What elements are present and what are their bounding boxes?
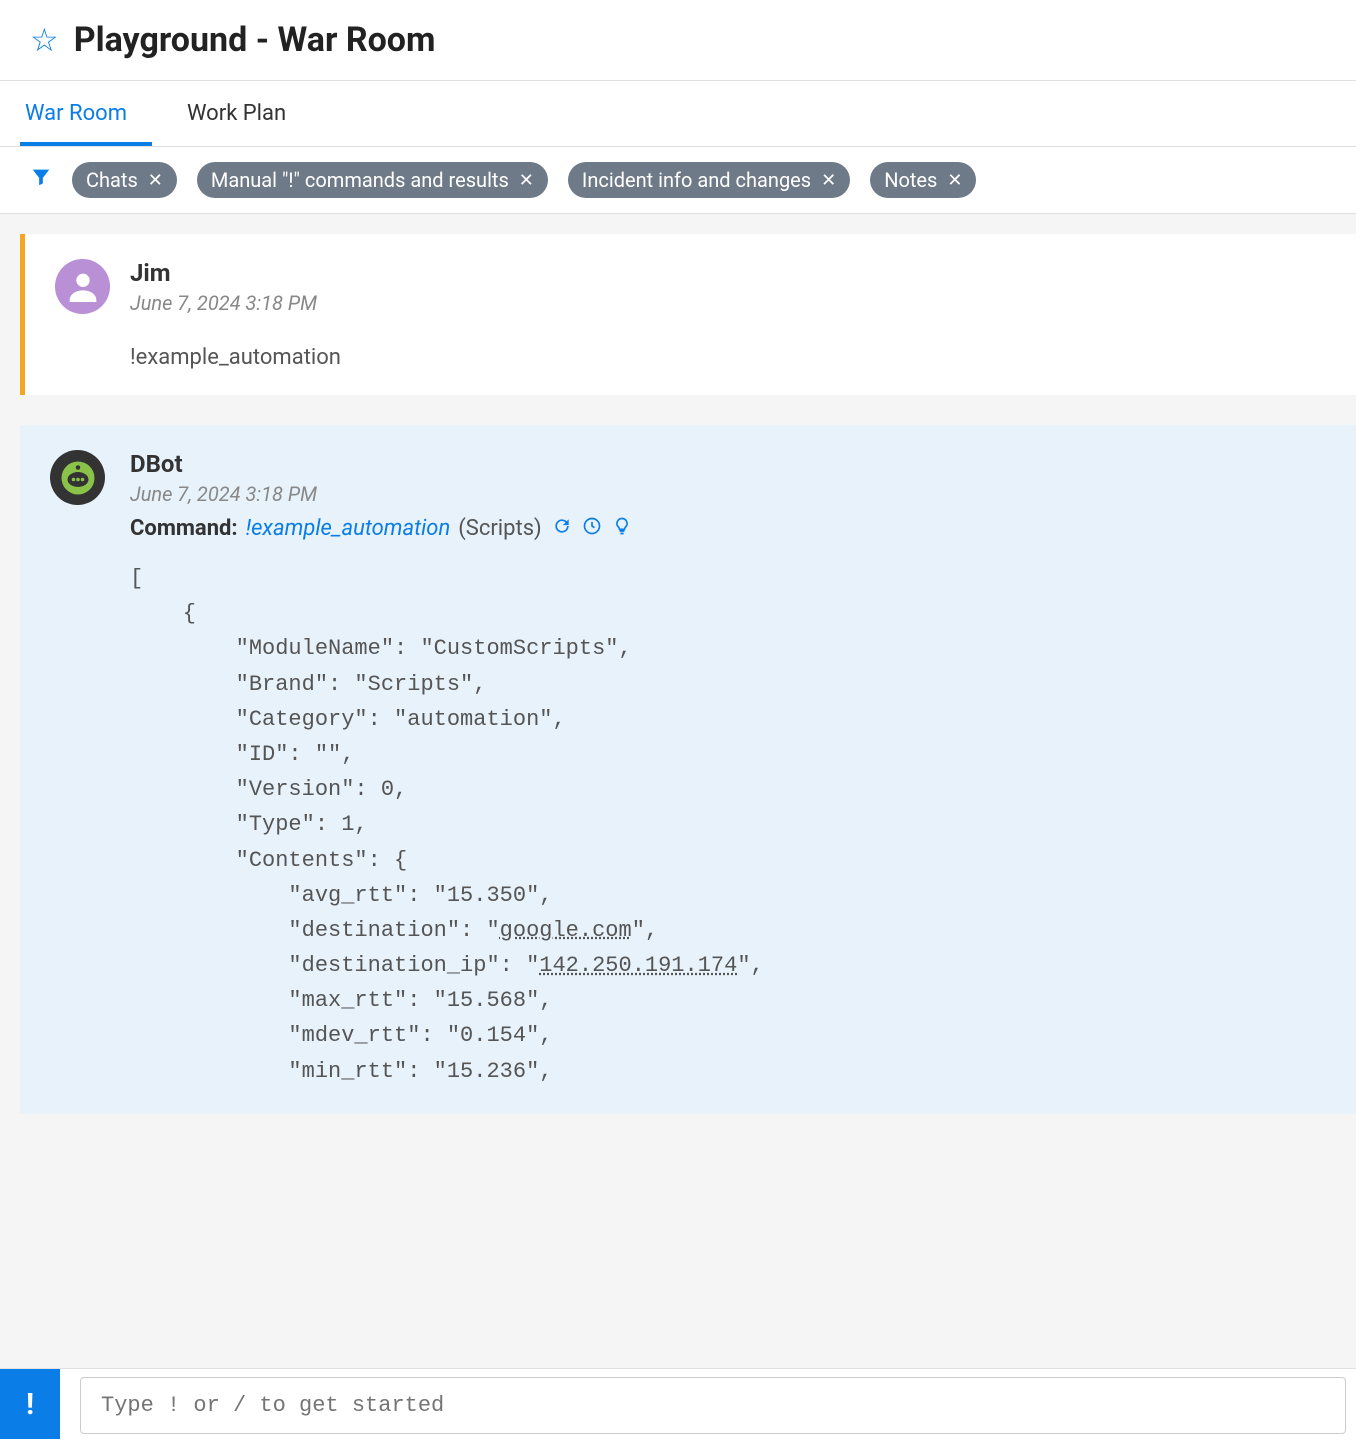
chip-manual-commands[interactable]: Manual "!" commands and results ✕	[197, 162, 548, 198]
message-meta: Jim June 7, 2024 3:18 PM	[130, 259, 317, 315]
json-output: [ { "ModuleName": "CustomScripts", "Bran…	[130, 561, 1326, 1089]
close-icon[interactable]: ✕	[821, 170, 836, 191]
command-text[interactable]: !example_automation	[246, 516, 451, 541]
command-line: Command: !example_automation (Scripts)	[130, 516, 1326, 541]
lightbulb-icon[interactable]	[612, 516, 632, 541]
filter-chips: Chats ✕ Manual "!" commands and results …	[72, 162, 976, 198]
command-button[interactable]: !	[0, 1369, 60, 1439]
message-author: DBot	[130, 450, 1326, 478]
message-header: Jim June 7, 2024 3:18 PM	[55, 259, 1326, 315]
star-icon[interactable]: ☆	[30, 21, 59, 59]
filter-bar: Chats ✕ Manual "!" commands and results …	[0, 147, 1356, 214]
page-header: ☆ Playground - War Room	[0, 0, 1356, 81]
command-input[interactable]	[80, 1377, 1346, 1434]
close-icon[interactable]: ✕	[519, 170, 534, 191]
message-body: !example_automation	[130, 345, 1326, 370]
command-input-bar: !	[0, 1368, 1356, 1442]
chip-label: Manual "!" commands and results	[211, 168, 509, 192]
avatar	[50, 450, 105, 505]
message-timestamp: June 7, 2024 3:18 PM	[130, 291, 317, 315]
filter-icon[interactable]	[30, 166, 52, 194]
chip-label: Notes	[884, 168, 937, 192]
messages-list: Jim June 7, 2024 3:18 PM !example_automa…	[0, 214, 1356, 1164]
rerun-icon[interactable]	[552, 516, 572, 541]
tab-war-room[interactable]: War Room	[20, 81, 152, 146]
chip-label: Incident info and changes	[582, 168, 811, 192]
chip-chats[interactable]: Chats ✕	[72, 162, 177, 198]
message-timestamp: June 7, 2024 3:18 PM	[130, 482, 1326, 506]
chip-incident-info[interactable]: Incident info and changes ✕	[568, 162, 850, 198]
message-meta: DBot June 7, 2024 3:18 PM	[130, 450, 1326, 506]
avatar	[55, 259, 110, 314]
command-label: Command:	[130, 516, 238, 541]
clock-icon[interactable]	[582, 516, 602, 541]
message-author: Jim	[130, 259, 317, 287]
message-user: Jim June 7, 2024 3:18 PM !example_automa…	[20, 234, 1356, 395]
chip-notes[interactable]: Notes ✕	[870, 162, 976, 198]
tabs-bar: War Room Work Plan	[0, 81, 1356, 147]
command-context: (Scripts)	[458, 516, 541, 541]
tab-work-plan[interactable]: Work Plan	[182, 81, 311, 146]
message-bot: DBot June 7, 2024 3:18 PM Command: !exam…	[20, 425, 1356, 1114]
page-title: Playground - War Room	[74, 20, 436, 60]
close-icon[interactable]: ✕	[947, 170, 962, 191]
chip-label: Chats	[86, 168, 138, 192]
close-icon[interactable]: ✕	[148, 170, 163, 191]
